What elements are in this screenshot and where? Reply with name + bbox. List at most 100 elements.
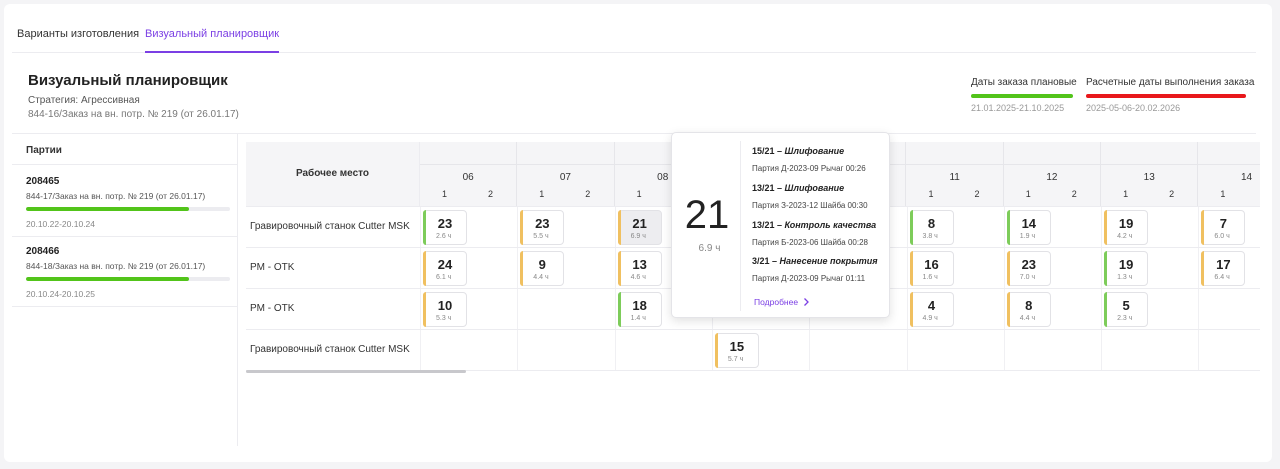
task-hours: 6.1 ч [436, 274, 452, 281]
chevron-right-icon [804, 298, 810, 306]
tabs-bar: Варианты изготовления Визуальный планиро… [12, 20, 1256, 53]
task-card[interactable]: 9 4.4 ч [520, 251, 565, 286]
day-column-header: 11 1 2 [907, 142, 1004, 206]
task-value: 8 [927, 216, 936, 231]
legend-calculated-dates: Расчетные даты выполнения заказа 2025-05… [1086, 77, 1254, 113]
divider [12, 306, 237, 307]
operation-item: 13/21 – Контроль качества Партия Б-2023-… [752, 220, 876, 247]
batch-progress-fill [26, 277, 190, 281]
task-value: 5 [1122, 298, 1130, 313]
legend-bar-red [1086, 94, 1246, 98]
task-card[interactable]: 24 6.1 ч [423, 251, 467, 286]
task-hours: 4.4 ч [1019, 315, 1036, 322]
operation-code: 3/21 – [752, 256, 778, 266]
task-hours: 7.0 ч [1019, 274, 1036, 281]
divider [12, 236, 237, 237]
day-number: 13 [1143, 172, 1155, 183]
task-card[interactable]: 8 4.4 ч [1006, 292, 1051, 327]
task-card[interactable]: 23 2.6 ч [423, 210, 467, 245]
workplace-header: Рабочее место [246, 142, 420, 206]
task-value: 16 [924, 257, 939, 272]
popup-value: 21 [684, 193, 730, 237]
operation-name: Нанесение покрытия [779, 256, 878, 266]
batch-item[interactable]: 208465 844-17/Заказ на вн. потр. № 219 (… [26, 176, 230, 229]
task-hours: 1.4 ч [630, 315, 646, 322]
batch-item[interactable]: 208466 844-18/Заказ на вн. потр. № 219 (… [26, 246, 230, 299]
operation-detail: Партия Д-2023-09 Рычаг 01:11 [752, 274, 866, 283]
task-card[interactable]: 23 5.5 ч [520, 210, 565, 245]
legend-planned-dates: Даты заказа плановые 21.01.2025-21.10.20… [971, 77, 1077, 113]
task-hours: 5.5 ч [533, 233, 549, 240]
task-hours: 2.3 ч [1117, 315, 1133, 322]
task-value: 23 [437, 216, 453, 231]
task-card[interactable]: 19 4.2 ч [1104, 210, 1149, 245]
task-card[interactable]: 5 2.3 ч [1104, 292, 1149, 327]
workplace-name: Гравировочный станок Cutter MSK [250, 344, 410, 355]
tab-manufacturing-variants[interactable]: Варианты изготовления [17, 28, 139, 40]
task-card[interactable]: 21 6.9 ч [617, 210, 662, 245]
operation-title: 13/21 – Контроль качества [752, 220, 876, 230]
task-card[interactable]: 8 3.8 ч [909, 210, 954, 245]
task-card[interactable]: 17 6.4 ч [1201, 251, 1246, 286]
task-value: 15 [729, 339, 745, 354]
operation-name: Шлифование [784, 183, 845, 193]
task-value: 7 [1219, 216, 1227, 231]
task-hours: 6.4 ч [1214, 274, 1230, 281]
task-value: 23 [1021, 257, 1037, 272]
task-card[interactable]: 10 5.3 ч [423, 292, 467, 327]
batches-title: Партии [26, 145, 62, 156]
operation-code: 13/21 – [752, 220, 783, 230]
workplace-header-label: Рабочее место [295, 168, 370, 179]
task-card[interactable]: 4 4.9 ч [909, 292, 954, 327]
shift-label: 2 [974, 189, 980, 199]
day-number: 14 [1240, 172, 1253, 183]
task-hours: 1.3 ч [1117, 274, 1133, 281]
day-column-header: 07 1 2 [517, 142, 615, 206]
batch-dates: 20.10.22-20.10.24 [26, 219, 96, 229]
batch-number: 208465 [26, 176, 60, 187]
day-number: 07 [559, 172, 571, 183]
shift-label: 2 [488, 189, 494, 199]
task-value: 17 [1216, 257, 1231, 272]
divider [740, 141, 741, 311]
legend-bar-green [971, 94, 1073, 98]
task-card[interactable]: 14 1.9 ч [1006, 210, 1051, 245]
task-card[interactable]: 18 1.4 ч [617, 292, 662, 327]
task-card[interactable]: 16 1.6 ч [909, 251, 954, 286]
shift-label: 1 [1220, 189, 1226, 199]
operation-name: Шлифование [784, 146, 845, 156]
task-value: 21 [632, 216, 647, 231]
workplace-name: Гравировочный станок Cutter MSK [250, 221, 410, 232]
shift-label: 1 [636, 189, 642, 199]
task-card[interactable]: 13 4.6 ч [617, 251, 662, 286]
legend-range: 2025-05-06-20.02.2026 [1086, 103, 1181, 113]
task-hours: 6.9 ч [630, 233, 646, 240]
day-column-header: 06 1 2 [420, 142, 518, 206]
batch-progress [26, 207, 230, 211]
tab-visual-planner[interactable]: Визуальный планировщик [145, 28, 280, 53]
batch-progress [26, 277, 230, 281]
batches-panel: Партии 208465 844-17/Заказ на вн. потр. … [12, 134, 238, 446]
batch-progress-fill [26, 207, 190, 211]
operation-code: 13/21 – [752, 183, 783, 193]
operation-item: 13/21 – Шлифование Партия З-2023-12 Шайб… [752, 183, 868, 210]
task-card[interactable]: 7 6.0 ч [1201, 210, 1246, 245]
day-number: 11 [949, 172, 960, 183]
task-value: 14 [1021, 216, 1037, 231]
batch-description: 844-18/Заказ на вн. потр. № 219 (от 26.0… [26, 261, 206, 271]
task-value: 4 [927, 298, 936, 313]
workplace-name: PM - OTK [250, 262, 295, 273]
task-value: 9 [538, 257, 546, 272]
batch-dates: 20.10.24-20.10.25 [26, 289, 96, 299]
more-label: Подробнее [754, 297, 799, 307]
task-hours: 3.8 ч [922, 233, 938, 240]
task-card[interactable]: 19 1.3 ч [1104, 251, 1149, 286]
task-value: 19 [1118, 216, 1134, 231]
operation-item: 15/21 – Шлифование Партия Д-2023-09 Рыча… [752, 146, 866, 173]
more-link[interactable]: Подробнее [754, 297, 810, 307]
popup-hours: 6.9 ч [698, 243, 721, 254]
task-hours: 4.4 ч [533, 274, 549, 281]
horizontal-scrollbar[interactable] [246, 370, 466, 373]
task-card[interactable]: 23 7.0 ч [1006, 251, 1051, 286]
task-card[interactable]: 15 5.7 ч [714, 333, 759, 368]
